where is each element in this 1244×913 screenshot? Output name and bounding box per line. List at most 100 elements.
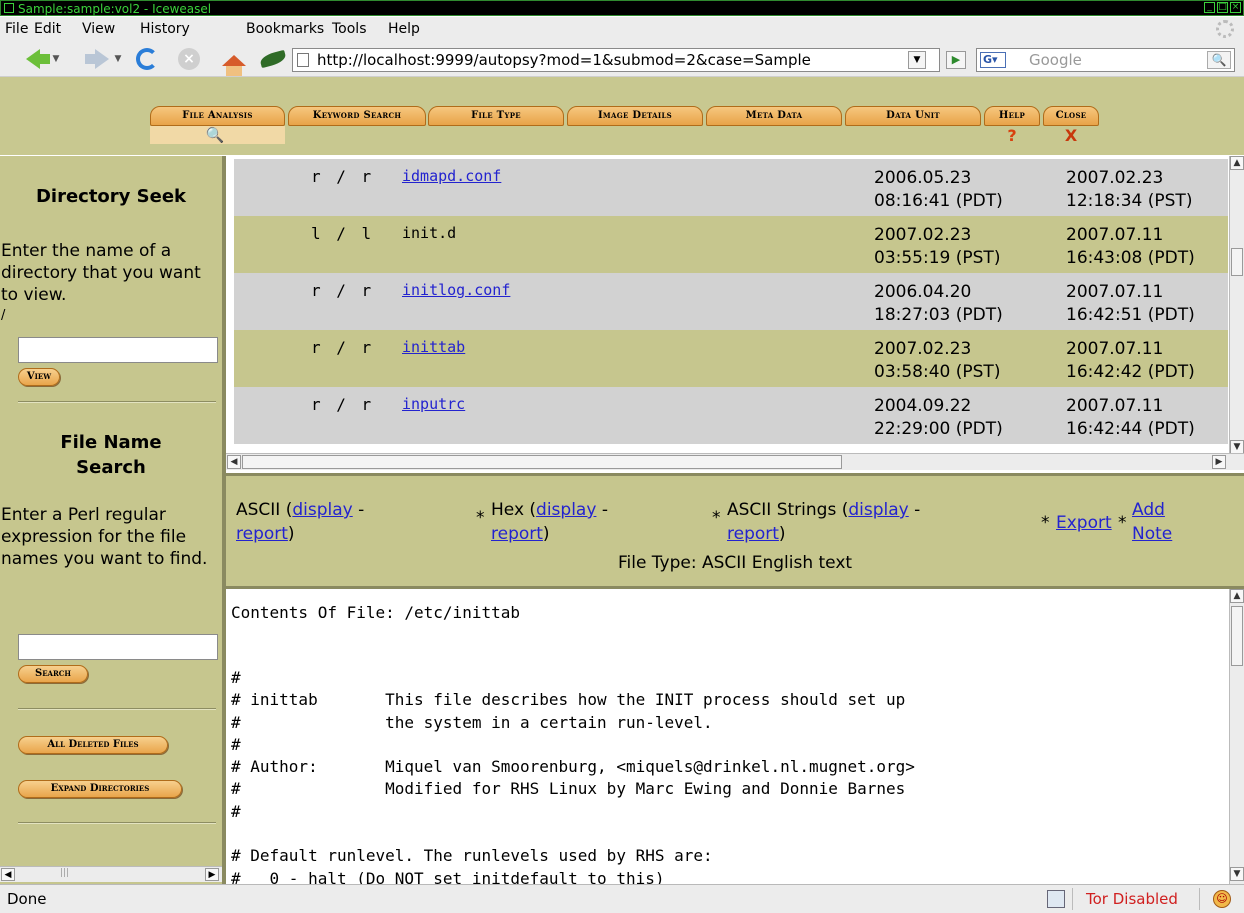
menu-file[interactable]: File xyxy=(5,21,28,37)
time: 16:43:08 (PDT) xyxy=(1066,248,1195,268)
scroll-right-icon[interactable]: ▶ xyxy=(205,868,219,881)
all-deleted-files-button[interactable]: All Deleted Files xyxy=(18,736,168,754)
scroll-thumb[interactable] xyxy=(1231,606,1243,666)
tab-data-unit[interactable]: Data Unit xyxy=(845,106,981,126)
tab-file-type[interactable]: File Type xyxy=(428,106,564,126)
content-line: # xyxy=(231,668,241,687)
time: 16:42:44 (PDT) xyxy=(1066,419,1195,439)
time: 08:16:41 (PDT) xyxy=(874,191,1003,211)
date-1: 2006.04.20 18:27:03 (PDT) xyxy=(874,281,1003,327)
scroll-thumb[interactable] xyxy=(242,455,842,469)
ascii-display-link[interactable]: display xyxy=(292,500,352,520)
window-menu-icon[interactable] xyxy=(4,3,14,13)
reload-button[interactable] xyxy=(134,47,160,71)
scroll-down-icon[interactable]: ▼ xyxy=(1230,440,1244,454)
scroll-down-icon[interactable]: ▼ xyxy=(1230,867,1244,881)
separator-star: * xyxy=(1118,513,1127,533)
menu-tools[interactable]: Tools xyxy=(332,21,367,37)
ascii-report-link[interactable]: report xyxy=(236,524,288,544)
file-list-horizontal-scrollbar[interactable]: ◀ ▶ xyxy=(226,453,1244,470)
minimize-icon[interactable]: _ xyxy=(1204,2,1215,13)
file-type: r / r xyxy=(311,395,375,414)
menu-history[interactable]: History xyxy=(140,21,190,37)
tor-status-button[interactable]: Tor Disabled xyxy=(1072,888,1200,910)
tab-image-details[interactable]: Image Details xyxy=(567,106,703,126)
table-row[interactable]: l / l init.d 2007.02.23 03:55:19 (PST) 20… xyxy=(234,216,1228,273)
add-note-link-line2[interactable]: Note xyxy=(1132,524,1172,544)
add-note-link[interactable]: Add xyxy=(1132,500,1165,520)
scroll-right-icon[interactable]: ▶ xyxy=(1212,455,1226,469)
expand-directories-button[interactable]: Expand Directories xyxy=(18,780,182,798)
file-content-pane: Contents Of File: /etc/inittab # # initta… xyxy=(226,586,1244,884)
separator-star: * xyxy=(1041,513,1050,533)
date: 2006.04.20 xyxy=(874,282,972,302)
url-history-dropdown[interactable]: ▼ xyxy=(908,51,926,69)
url-input[interactable]: http://localhost:9999/autopsy?mod=1&subm… xyxy=(292,48,940,72)
forward-history-dropdown[interactable]: ▼ xyxy=(113,47,123,71)
directory-input[interactable] xyxy=(18,337,218,363)
time: 12:18:34 (PST) xyxy=(1066,191,1193,211)
file-name-link[interactable]: idmapd.conf xyxy=(402,167,501,185)
hex-display-link[interactable]: display xyxy=(536,500,596,520)
menu-edit[interactable]: Edit xyxy=(34,21,61,37)
menu-bookmarks[interactable]: Bookmarks xyxy=(246,21,324,37)
time: 18:27:03 (PDT) xyxy=(874,305,1003,325)
table-row[interactable]: r / r initlog.conf 2006.04.20 18:27:03 (P… xyxy=(234,273,1228,330)
leaf-icon xyxy=(258,49,288,69)
file-list-vertical-scrollbar[interactable]: ▲ ▼ xyxy=(1229,156,1244,461)
hex-report-link[interactable]: report xyxy=(491,524,543,544)
scroll-thumb[interactable] xyxy=(1231,248,1243,276)
file-name-link[interactable]: initlog.conf xyxy=(402,281,510,299)
home-button[interactable] xyxy=(219,53,249,77)
file-name-link[interactable]: inittab xyxy=(402,338,465,356)
tab-file-analysis[interactable]: File Analysis xyxy=(150,106,285,126)
search-input[interactable]: Google xyxy=(976,48,1235,72)
file-name-search-input[interactable] xyxy=(18,634,218,660)
menu-view[interactable]: View xyxy=(82,21,115,37)
menu-bar: File Edit View History Bookmarks Tools H… xyxy=(0,17,1244,41)
forward-button[interactable] xyxy=(78,47,109,71)
menu-help[interactable]: Help xyxy=(388,21,420,37)
back-button[interactable] xyxy=(18,47,50,71)
table-row[interactable]: r / r inittab 2007.02.23 03:58:40 (PST) 2… xyxy=(234,330,1228,387)
tab-close[interactable]: Close xyxy=(1043,106,1099,126)
time: 03:58:40 (PST) xyxy=(874,362,1001,382)
back-history-dropdown[interactable]: ▼ xyxy=(51,47,61,71)
time: 03:55:19 (PST) xyxy=(874,248,1001,268)
maximize-icon[interactable]: □ xyxy=(1217,2,1228,13)
file-content: # # inittab This file describes how the I… xyxy=(231,667,915,884)
scroll-left-icon[interactable]: ◀ xyxy=(1,868,15,881)
strings-report-link[interactable]: report xyxy=(727,524,779,544)
search-button[interactable]: Search xyxy=(18,665,88,683)
table-row[interactable]: r / r idmapd.conf 2006.05.23 08:16:41 (PD… xyxy=(234,159,1228,216)
export-link[interactable]: Export xyxy=(1056,511,1112,535)
search-engine-selector[interactable]: G▾ xyxy=(980,52,1006,68)
paren: ) xyxy=(542,524,550,544)
date: 2004.09.22 xyxy=(874,396,972,416)
paren: ) xyxy=(287,524,295,544)
network-icon[interactable] xyxy=(1047,890,1065,908)
tab-help[interactable]: Help xyxy=(984,106,1040,126)
page-icon xyxy=(297,53,309,67)
view-button[interactable]: View xyxy=(18,368,60,386)
go-button[interactable]: ▶ xyxy=(946,51,966,69)
stop-button[interactable]: × xyxy=(176,47,202,71)
table-row[interactable]: r / r inputrc 2004.09.22 22:29:00 (PDT) 2… xyxy=(234,387,1228,444)
scroll-up-icon[interactable]: ▲ xyxy=(1230,156,1244,170)
strings-display-link[interactable]: display xyxy=(848,500,908,520)
scroll-left-icon[interactable]: ◀ xyxy=(227,455,241,469)
tab-meta-data[interactable]: Meta Data xyxy=(706,106,842,126)
bookmark-leaf-button[interactable] xyxy=(258,47,288,71)
hex-option: Hex (display - report) xyxy=(491,498,608,546)
file-name-link[interactable]: inputrc xyxy=(402,395,465,413)
search-button[interactable]: 🔍 xyxy=(1207,51,1231,69)
tor-onion-icon[interactable]: ☺ xyxy=(1213,890,1231,908)
tab-keyword-search[interactable]: Keyword Search xyxy=(288,106,426,126)
scroll-up-icon[interactable]: ▲ xyxy=(1230,589,1244,603)
status-text: Done xyxy=(7,890,47,908)
content-vertical-scrollbar[interactable]: ▲ ▼ xyxy=(1229,589,1244,884)
date: 2007.02.23 xyxy=(874,225,972,245)
date-1: 2004.09.22 22:29:00 (PDT) xyxy=(874,395,1003,441)
close-window-icon[interactable]: × xyxy=(1230,2,1241,13)
sidebar-horizontal-scrollbar[interactable]: ◀ ||| ▶ xyxy=(0,866,222,882)
